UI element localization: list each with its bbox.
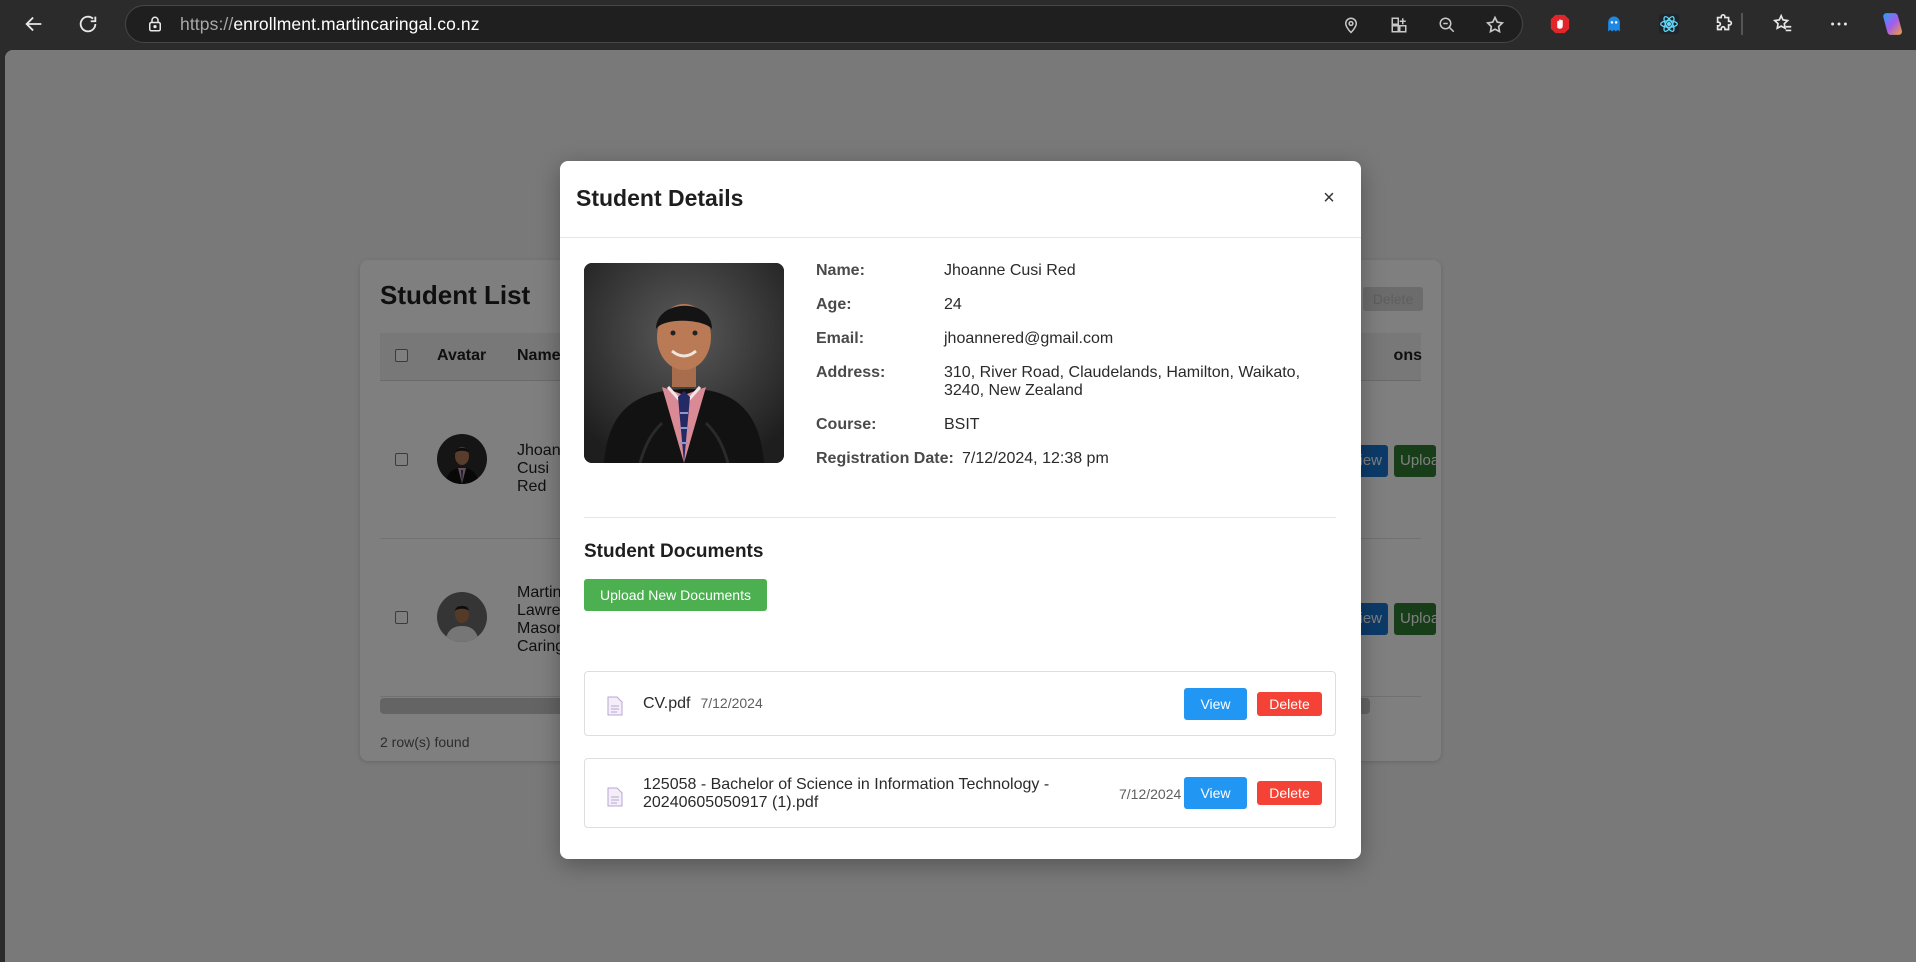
app-available-icon[interactable] xyxy=(1388,14,1410,36)
favorites-icon[interactable] xyxy=(1770,11,1796,37)
detail-row-email: Email: jhoannered@gmail.com xyxy=(816,330,1336,348)
document-date: 7/12/2024 xyxy=(1119,786,1182,802)
detail-row-registration-date: Registration Date: 7/12/2024, 12:38 pm xyxy=(816,450,1336,468)
back-button[interactable] xyxy=(16,6,52,42)
favorite-star-icon[interactable] xyxy=(1484,14,1506,36)
detail-label: Registration Date: xyxy=(816,450,954,467)
url-host: enrollment.martincaringal.co.nz xyxy=(233,13,480,34)
page-viewport: Student List Delete Avatar Name ons Jhoa… xyxy=(5,50,1916,962)
delete-document-button[interactable]: Delete xyxy=(1257,781,1322,805)
react-devtools-icon[interactable] xyxy=(1656,11,1682,37)
document-file-icon xyxy=(607,787,623,807)
back-arrow-icon xyxy=(25,16,42,32)
detail-row-age: Age: 24 xyxy=(816,296,1336,314)
student-details-modal: Student Details × Name: Jhoanne Cusi Red… xyxy=(560,161,1361,859)
detail-label: Address: xyxy=(816,364,886,381)
modal-header: Student Details × xyxy=(560,161,1361,238)
modal-title: Student Details xyxy=(576,185,744,211)
student-details-list: Name: Jhoanne Cusi Red Age: 24 Email: jh… xyxy=(816,262,1336,484)
documents-title: Student Documents xyxy=(584,541,764,562)
document-item: 125058 - Bachelor of Science in Informat… xyxy=(584,758,1336,828)
toolbar-separator xyxy=(1741,13,1743,35)
url-text: https://enrollment.martincaringal.co.nz xyxy=(180,14,480,35)
zoom-out-icon[interactable] xyxy=(1436,14,1458,36)
detail-label: Name: xyxy=(816,262,865,279)
adblock-extension-icon[interactable] xyxy=(1547,11,1573,37)
document-date: 7/12/2024 xyxy=(700,695,763,711)
location-icon[interactable] xyxy=(1340,14,1362,36)
delete-document-button[interactable]: Delete xyxy=(1257,692,1322,716)
detail-label: Course: xyxy=(816,416,877,433)
copilot-icon[interactable] xyxy=(1878,11,1904,37)
view-document-button[interactable]: View xyxy=(1184,777,1247,809)
ghost-extension-icon[interactable] xyxy=(1601,11,1627,37)
detail-label: Email: xyxy=(816,330,865,347)
document-name-text[interactable]: CV.pdf xyxy=(643,695,690,712)
upload-documents-button[interactable]: Upload New Documents xyxy=(584,579,767,611)
section-divider xyxy=(584,517,1336,518)
document-name: CV.pdf 7/12/2024 xyxy=(643,694,763,713)
more-menu-icon[interactable] xyxy=(1826,11,1852,37)
url-scheme: https:// xyxy=(180,13,234,34)
browser-toolbar: https://enrollment.martincaringal.co.nz xyxy=(0,0,1916,48)
view-document-button[interactable]: View xyxy=(1184,688,1247,720)
detail-value: 24 xyxy=(944,296,962,313)
close-icon[interactable]: × xyxy=(1317,186,1341,210)
reload-button[interactable] xyxy=(70,6,106,42)
document-file-icon xyxy=(607,696,623,716)
extensions-puzzle-icon[interactable] xyxy=(1711,11,1737,37)
document-name[interactable]: 125058 - Bachelor of Science in Informat… xyxy=(643,776,1063,812)
address-bar[interactable]: https://enrollment.martincaringal.co.nz xyxy=(125,5,1523,43)
document-item: CV.pdf 7/12/2024 View Delete xyxy=(584,671,1336,736)
detail-value: jhoannered@gmail.com xyxy=(944,330,1114,347)
lock-icon xyxy=(146,14,166,34)
detail-value: Jhoanne Cusi Red xyxy=(944,262,1076,279)
student-photo xyxy=(584,263,784,463)
detail-row-address: Address: 310, River Road, Claudelands, H… xyxy=(816,364,1336,400)
detail-value: BSIT xyxy=(944,416,980,433)
detail-value: 310, River Road, Claudelands, Hamilton, … xyxy=(944,364,1301,399)
detail-label: Age: xyxy=(816,296,852,313)
detail-value: 7/12/2024, 12:38 pm xyxy=(962,450,1109,467)
detail-row-name: Name: Jhoanne Cusi Red xyxy=(816,262,1336,280)
reload-icon xyxy=(79,15,97,33)
detail-row-course: Course: BSIT xyxy=(816,416,1336,434)
